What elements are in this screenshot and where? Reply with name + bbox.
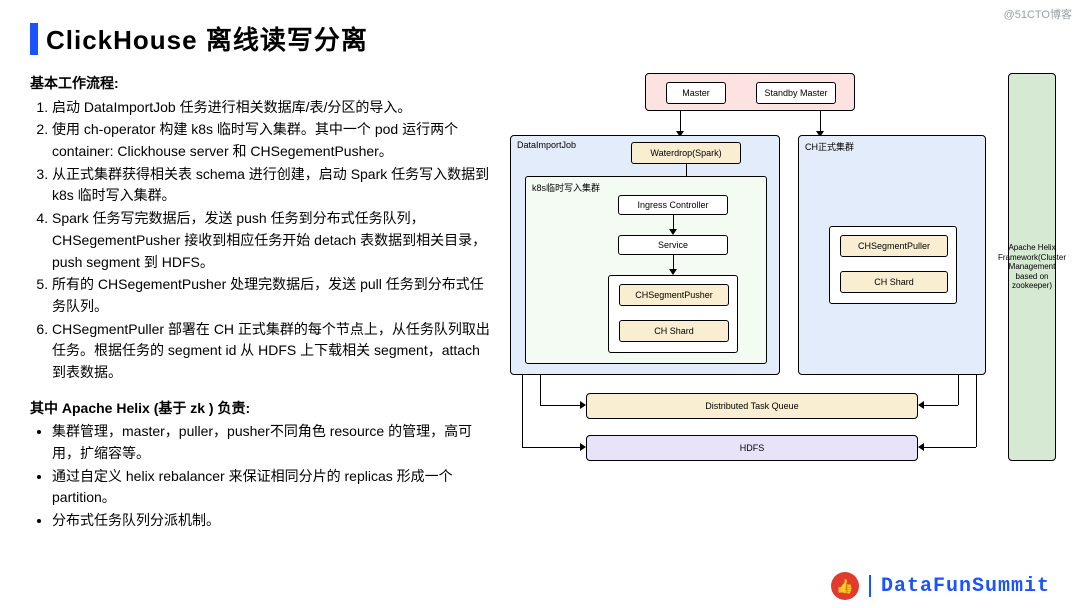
arrow-line <box>958 375 959 405</box>
workflow-step: 从正式集群获得相关表 schema 进行创建，启动 Spark 任务写入数据到 … <box>52 164 490 207</box>
arrow-line <box>522 447 580 448</box>
helix-item: 集群管理，master，puller，pusher不同角色 resource 的… <box>52 421 490 464</box>
arrow-line <box>924 405 958 406</box>
title-accent-bar <box>30 23 38 55</box>
page-title: ClickHouse 离线读写分离 <box>46 20 368 57</box>
arrow-line <box>540 375 541 405</box>
workflow-step: 启动 DataImportJob 任务进行相关数据库/表/分区的导入。 <box>52 97 490 119</box>
watermark: @51CTO博客 <box>1004 6 1072 22</box>
master-box: Master <box>666 82 726 104</box>
dtq-box: Distributed Task Queue <box>586 393 918 419</box>
arrow-line <box>820 111 821 131</box>
dataimport-label: DataImportJob <box>517 140 576 150</box>
helix-item: 分布式任务队列分派机制。 <box>52 510 490 532</box>
workflow-heading: 基本工作流程: <box>30 73 490 95</box>
service-box: Service <box>618 235 728 255</box>
arrow-line <box>673 255 674 269</box>
arrow-line <box>680 111 681 131</box>
ch-shard-right-box: CH Shard <box>840 271 948 293</box>
workflow-step: 使用 ch-operator 构建 k8s 临时写入集群。其中一个 pod 运行… <box>52 119 490 162</box>
ch-pusher-box: CHSegmentPusher <box>619 284 729 306</box>
ch-cluster-panel: CH正式集群 CHSegmentPuller CH Shard <box>798 135 986 375</box>
title-row: ClickHouse 离线读写分离 <box>0 0 1080 73</box>
arrow-line <box>522 375 523 447</box>
brand-text: DataFunSummit <box>881 575 1050 598</box>
arrow-line <box>673 215 674 229</box>
ch-cluster-label: CH正式集群 <box>805 140 854 153</box>
arrow-line <box>976 375 977 447</box>
workflow-step: CHSegmentPuller 部署在 CH 正式集群的每个节点上，从任务队列取… <box>52 319 490 384</box>
workflow-steps: 启动 DataImportJob 任务进行相关数据库/表/分区的导入。 使用 c… <box>30 97 490 384</box>
hdfs-box: HDFS <box>586 435 918 461</box>
k8s-panel: k8s临时写入集群 Ingress Controller Service CHS… <box>525 176 767 364</box>
arrow-line <box>540 405 580 406</box>
ingress-box: Ingress Controller <box>618 195 728 215</box>
arrow-line <box>924 447 976 448</box>
standby-master-box: Standby Master <box>756 82 836 104</box>
pod-panel: CHSegmentPusher CH Shard <box>608 275 738 353</box>
ch-shard-left-box: CH Shard <box>619 320 729 342</box>
content-row: 基本工作流程: 启动 DataImportJob 任务进行相关数据库/表/分区的… <box>0 73 1080 533</box>
master-panel: Master Standby Master <box>645 73 855 111</box>
k8s-label: k8s临时写入集群 <box>532 181 600 194</box>
ch-puller-box: CHSegmentPuller <box>840 235 948 257</box>
helix-list: 集群管理，master，puller，pusher不同角色 resource 的… <box>30 421 490 531</box>
helix-box: Apache Helix Framework(Cluster Managemen… <box>1008 73 1056 461</box>
arrow-head-icon <box>918 401 924 409</box>
ch-cluster-inner: CHSegmentPuller CH Shard <box>829 226 957 304</box>
workflow-step: 所有的 CHSegementPusher 处理完数据后，发送 pull 任务到分… <box>52 274 490 317</box>
footer: 👍 DataFunSummit <box>831 572 1050 600</box>
waterdrop-box: Waterdrop(Spark) <box>631 142 741 164</box>
helix-block: 其中 Apache Helix (基于 zk ) 负责: 集群管理，master… <box>30 398 490 532</box>
helix-heading: 其中 Apache Helix (基于 zk ) 负责: <box>30 398 490 420</box>
thumbs-up-icon: 👍 <box>831 572 859 600</box>
footer-divider <box>869 575 871 597</box>
architecture-diagram: Master Standby Master DataImportJob Wate… <box>500 73 1050 513</box>
helix-item: 通过自定义 helix rebalancer 来保证相同分片的 replicas… <box>52 466 490 509</box>
left-column: 基本工作流程: 启动 DataImportJob 任务进行相关数据库/表/分区的… <box>30 73 490 533</box>
workflow-step: Spark 任务写完数据后，发送 push 任务到分布式任务队列，CHSegem… <box>52 208 490 273</box>
arrow-head-icon <box>918 443 924 451</box>
dataimport-panel: DataImportJob Waterdrop(Spark) k8s临时写入集群… <box>510 135 780 375</box>
